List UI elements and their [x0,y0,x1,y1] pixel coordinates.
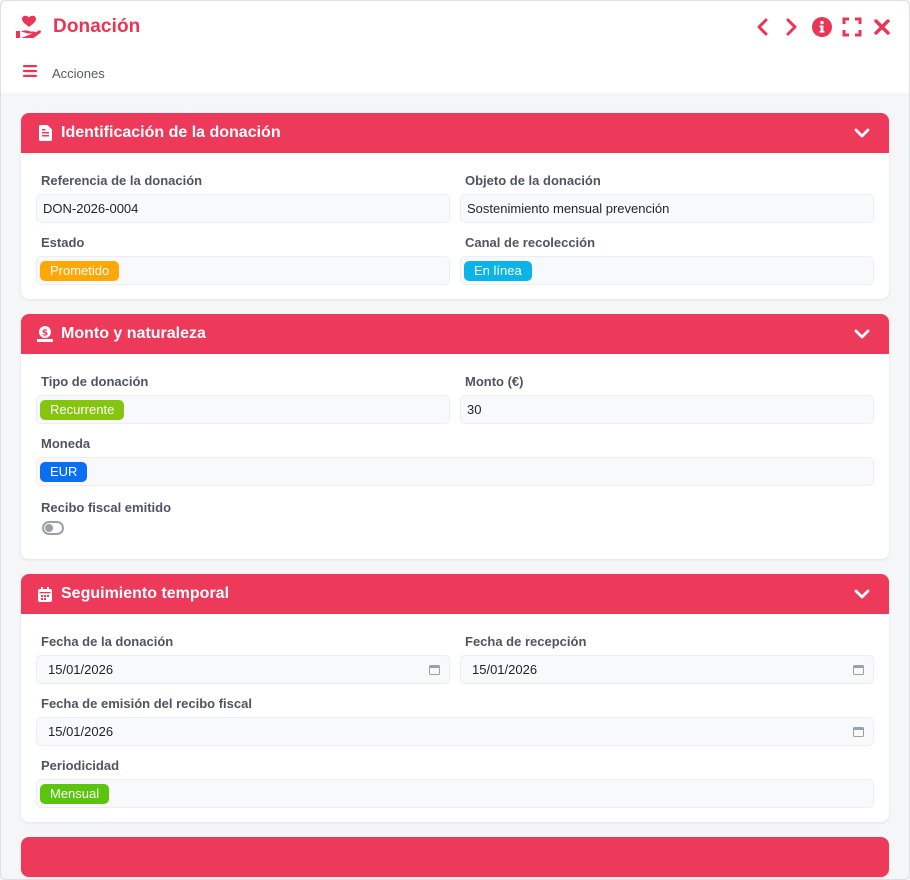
info-button[interactable] [811,16,833,38]
fecha-emision-input[interactable]: 15/01/2026 [36,717,874,746]
section-seguimiento: Seguimiento temporal Fecha de la donació… [21,574,889,822]
currency-badge: EUR [40,461,88,482]
canal-select[interactable]: En línea [460,256,874,285]
date-value: 15/01/2026 [472,662,538,677]
info-icon [812,17,832,37]
field-tipo: Tipo de donación Recurrente [36,374,450,424]
section-header-next[interactable] [21,837,889,877]
chevron-left-icon [757,18,768,36]
periodicity-badge: Mensual [40,783,110,804]
monto-input[interactable]: 30 [460,395,874,424]
date-value: 15/01/2026 [48,724,114,739]
field-fecha-donacion: Fecha de la donación 15/01/2026 [36,634,450,684]
fecha-donacion-input[interactable]: 15/01/2026 [36,655,450,684]
field-label: Objeto de la donación [465,173,601,188]
field-label: Estado [41,235,85,250]
chevron-down-icon[interactable] [853,124,871,142]
field-label: Canal de recolección [465,235,596,250]
close-icon [874,19,890,35]
document-icon [35,123,55,143]
field-periodicidad: Periodicidad Mensual [36,758,874,808]
svg-text:$: $ [42,328,48,338]
field-label: Fecha de emisión del recibo fiscal [41,696,252,711]
actions-bar: Acciones [1,53,909,93]
field-label: Moneda [41,436,91,451]
window-title: Donación [53,16,141,37]
field-canal: Canal de recolección En línea [460,235,874,285]
close-button[interactable] [871,16,893,38]
chevron-right-icon [786,18,797,36]
referencia-input[interactable]: DON-2026-0004 [36,194,450,223]
calendar-icon[interactable] [853,664,865,676]
type-badge: Recurrente [40,399,125,420]
section-identificacion: Identificación de la donación Referencia… [21,113,889,299]
field-label: Fecha de recepción [465,634,587,649]
maximize-button[interactable] [841,16,863,38]
next-record-button[interactable] [781,16,803,38]
field-moneda: Moneda EUR [36,436,874,486]
section-header-monto[interactable]: $ Monto y naturaleza [21,314,889,354]
form-content: Identificación de la donación Referencia… [1,93,909,879]
chevron-down-icon[interactable] [853,585,871,603]
calendar-icon[interactable] [429,664,441,676]
recibo-toggle[interactable] [42,521,64,535]
tipo-select[interactable]: Recurrente [36,395,450,424]
calendar-icon[interactable] [853,726,865,738]
previous-record-button[interactable] [751,16,773,38]
periodicidad-select[interactable]: Mensual [36,779,874,808]
field-label: Monto (€) [465,374,524,389]
hand-heart-icon [15,12,45,42]
status-badge: Prometido [40,260,120,281]
window-controls [751,16,909,38]
field-recibo: Recibo fiscal emitido [36,500,874,545]
actions-menu[interactable]: Acciones [52,66,105,81]
field-label: Referencia de la donación [41,173,203,188]
section-header-identificacion[interactable]: Identificación de la donación [21,113,889,153]
objeto-input[interactable]: Sostenimiento mensual prevención [460,194,874,223]
field-label: Periodicidad [41,758,120,773]
expand-icon [842,17,862,37]
section-monto: $ Monto y naturaleza Tipo de donación Re… [21,314,889,559]
date-value: 15/01/2026 [48,662,114,677]
estado-select[interactable]: Prometido [36,256,450,285]
money-hand-icon: $ [35,324,55,344]
hamburger-menu-icon[interactable] [23,64,37,82]
channel-badge: En línea [464,260,532,281]
section-title: Monto y naturaleza [61,325,206,342]
chevron-down-icon[interactable] [853,325,871,343]
section-title: Identificación de la donación [61,124,281,141]
section-title: Seguimiento temporal [61,585,230,602]
calendar-icon [35,584,55,604]
field-label: Tipo de donación [41,374,149,389]
donation-window: Donación Acciones Identificación de la d… [0,0,910,880]
field-fecha-recepcion: Fecha de recepción 15/01/2026 [460,634,874,684]
field-referencia: Referencia de la donación DON-2026-0004 [36,173,450,223]
field-label: Recibo fiscal emitido [41,500,172,515]
fecha-recepcion-input[interactable]: 15/01/2026 [460,655,874,684]
section-next-collapsed [21,837,889,877]
moneda-select[interactable]: EUR [36,457,874,486]
section-header-seguimiento[interactable]: Seguimiento temporal [21,574,889,614]
title-bar: Donación [1,1,909,53]
field-objeto: Objeto de la donación Sostenimiento mens… [460,173,874,223]
field-monto: Monto (€) 30 [460,374,874,424]
field-estado: Estado Prometido [36,235,450,285]
field-label: Fecha de la donación [41,634,174,649]
field-fecha-emision: Fecha de emisión del recibo fiscal 15/01… [36,696,874,746]
